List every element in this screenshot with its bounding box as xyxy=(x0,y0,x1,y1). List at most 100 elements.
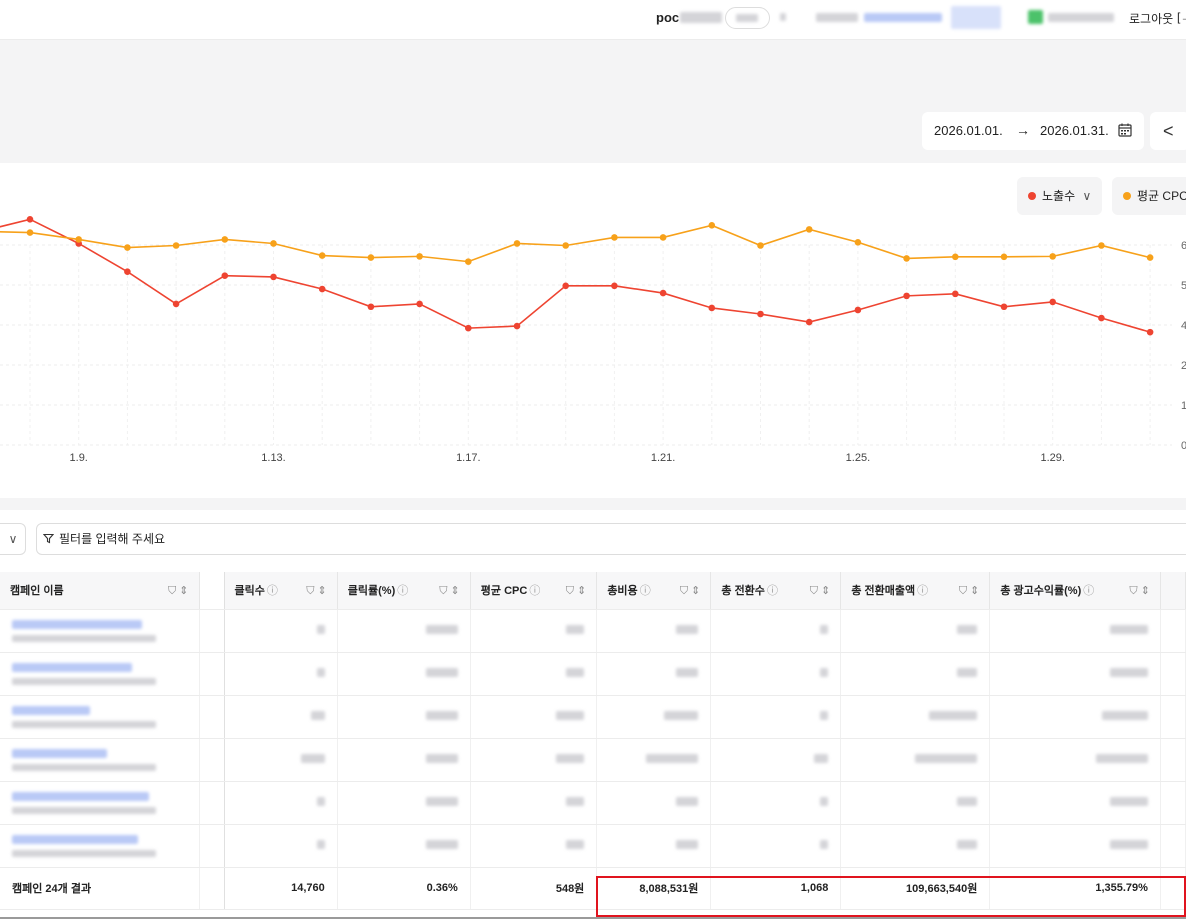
metric1-label: 노출수 xyxy=(1042,189,1076,203)
x-tick-label: 1.21. xyxy=(651,452,675,464)
data-point xyxy=(805,226,813,233)
metric1-selector[interactable]: 노출수 ∨ xyxy=(1017,177,1102,215)
end-date[interactable]: 2026.01.31. xyxy=(1040,123,1109,138)
top-header: poc 로그아웃 [→ xyxy=(0,0,1186,40)
col-clicks[interactable]: 클릭수 ⓘ ⛉ ⇕ xyxy=(224,572,338,610)
redacted-cell xyxy=(337,781,471,825)
campaign-name-cell[interactable] xyxy=(0,609,200,653)
table-row[interactable] xyxy=(0,695,1186,739)
total-cpc: 548원 xyxy=(470,866,598,910)
account-prefix: poc xyxy=(656,10,680,25)
col-label: 평균 CPC xyxy=(480,585,528,598)
filter-sort-icons[interactable]: ⛉ ⇕ xyxy=(1129,584,1150,598)
y-tick-label: 4 xyxy=(1181,320,1186,332)
data-point xyxy=(318,252,326,259)
col-gap xyxy=(198,866,225,910)
y-tick-label: 0 xyxy=(1181,440,1186,452)
redacted-cell xyxy=(840,781,991,825)
redacted-cell xyxy=(470,781,598,825)
data-point xyxy=(1049,253,1056,260)
filter-sort-icons[interactable]: ⛉ ⇕ xyxy=(680,584,701,598)
metric2-selector[interactable]: 평균 CPC xyxy=(1112,177,1186,215)
x-tick-label: 1.9. xyxy=(70,452,88,464)
start-date[interactable]: 2026.01.01. xyxy=(934,123,1003,138)
column-dropdown[interactable]: ∨ xyxy=(0,523,26,555)
col-label: 총 전환수 xyxy=(721,585,765,598)
col-cost[interactable]: 총비용 ⓘ ⛉ ⇕ xyxy=(596,572,712,610)
table-row[interactable] xyxy=(0,652,1186,696)
logout-button[interactable]: 로그아웃 xyxy=(1129,10,1173,27)
series-line-2 xyxy=(0,224,1151,263)
info-icon[interactable]: ⓘ xyxy=(1083,585,1094,597)
col-gap xyxy=(198,738,225,782)
filter-icon xyxy=(43,533,54,544)
campaign-name-cell[interactable] xyxy=(0,652,200,696)
plan-button-redacted[interactable] xyxy=(951,6,1001,29)
col-conversions[interactable]: 총 전환수 ⓘ ⛉ ⇕ xyxy=(710,572,842,610)
table-row[interactable] xyxy=(0,781,1186,825)
col-label: 클릭수 xyxy=(234,585,265,598)
data-point xyxy=(270,240,277,247)
prev-period-button[interactable]: < xyxy=(1150,112,1186,150)
data-point xyxy=(124,244,131,251)
col-cpc[interactable]: 평균 CPC ⓘ ⛉ ⇕ xyxy=(470,572,598,610)
x-tick-label: 1.29. xyxy=(1040,452,1064,464)
redacted-cell xyxy=(337,652,471,696)
row-extra xyxy=(1160,824,1186,868)
table-row[interactable] xyxy=(0,738,1186,782)
campaign-name-cell[interactable] xyxy=(0,695,200,739)
campaign-name-cell[interactable] xyxy=(0,824,200,868)
date-range-picker[interactable]: 2026.01.01. → 2026.01.31. xyxy=(922,112,1144,150)
filter-sort-icons[interactable]: ⛉ ⇕ xyxy=(959,584,980,598)
redacted-cell xyxy=(337,695,471,739)
data-point xyxy=(1049,298,1056,306)
calendar-icon[interactable] xyxy=(1118,123,1132,137)
redacted-cell xyxy=(989,609,1161,653)
arrow-right-icon: → xyxy=(1016,122,1030,138)
chevron-down-icon: ∨ xyxy=(1082,189,1092,203)
campaign-name-cell[interactable] xyxy=(0,781,200,825)
col-ctr[interactable]: 클릭률(%) ⓘ ⛉ ⇕ xyxy=(337,572,471,610)
table-row[interactable] xyxy=(0,609,1186,653)
filter-sort-icons[interactable]: ⛉ ⇕ xyxy=(566,584,587,598)
redacted-cell xyxy=(470,738,598,782)
col-campaign-name[interactable]: 캠페인 이름 ⛉ ⇕ xyxy=(0,572,200,610)
campaign-name-cell[interactable] xyxy=(0,738,200,782)
filter-input[interactable]: 필터를 입력해 주세요 xyxy=(36,523,1186,555)
col-revenue[interactable]: 총 전환매출액 ⓘ ⛉ ⇕ xyxy=(840,572,991,610)
info-icon[interactable]: ⓘ xyxy=(640,585,651,597)
table-row[interactable] xyxy=(0,824,1186,868)
data-point xyxy=(805,318,813,326)
info-icon[interactable]: ⓘ xyxy=(397,585,408,597)
redacted-cell xyxy=(224,695,338,739)
data-point xyxy=(416,253,423,260)
filter-sort-icons[interactable]: ⛉ ⇕ xyxy=(306,584,327,598)
logout-icon[interactable]: [→ xyxy=(1177,10,1186,24)
email-redacted[interactable] xyxy=(864,13,942,22)
col-label: 총 전환매출액 xyxy=(851,585,916,598)
redacted-cell xyxy=(337,824,471,868)
data-point xyxy=(1146,328,1154,336)
redacted-cell xyxy=(710,652,842,696)
col-gap xyxy=(198,695,225,739)
filter-sort-icons[interactable]: ⛉ ⇕ xyxy=(168,584,189,598)
redacted-cell xyxy=(989,738,1161,782)
data-point xyxy=(854,238,862,246)
data-point xyxy=(708,222,716,229)
info-icon[interactable]: ⓘ xyxy=(767,585,778,597)
y-tick-label: 1 xyxy=(1181,400,1186,412)
info-icon[interactable]: ⓘ xyxy=(529,585,540,597)
redacted-cell xyxy=(596,609,712,653)
data-point xyxy=(708,304,716,312)
account-name[interactable]: poc xyxy=(656,10,723,25)
info-icon[interactable]: ⓘ xyxy=(267,585,278,597)
redacted-cell xyxy=(596,738,712,782)
filter-sort-icons[interactable]: ⛉ ⇕ xyxy=(810,584,831,598)
col-roas[interactable]: 총 광고수익률(%) ⓘ ⛉ ⇕ xyxy=(989,572,1161,610)
account-badge[interactable] xyxy=(725,7,770,29)
filter-sort-icons[interactable]: ⛉ ⇕ xyxy=(439,584,460,598)
data-point xyxy=(26,229,34,236)
metric2-dot xyxy=(1123,192,1131,200)
info-icon[interactable]: ⓘ xyxy=(917,585,928,597)
redacted-cell xyxy=(224,781,338,825)
